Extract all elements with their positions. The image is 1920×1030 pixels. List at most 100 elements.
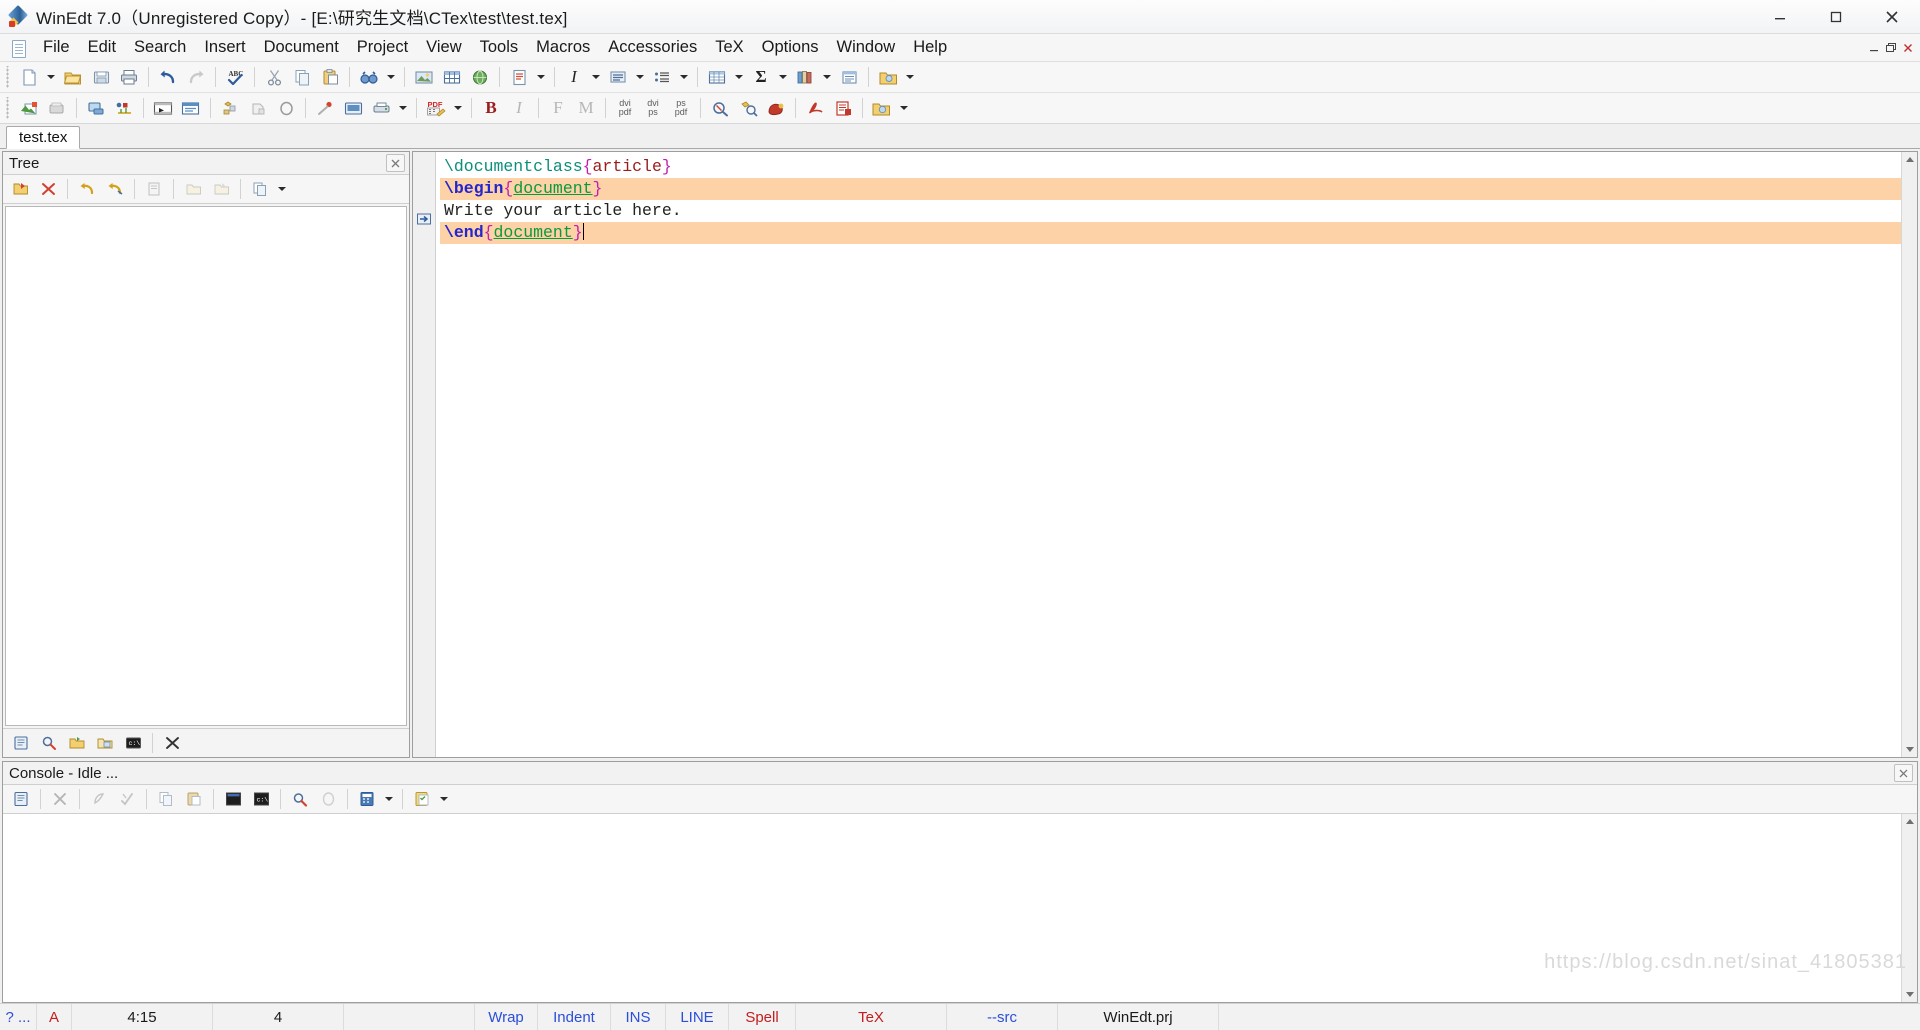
tree-forward-button[interactable] [101,175,129,203]
explorer-button[interactable] [868,94,896,122]
menu-insert[interactable]: Insert [195,34,254,61]
paragraph-dropdown[interactable] [632,63,648,91]
menu-project[interactable]: Project [348,34,417,61]
dvi-preview-button[interactable] [82,94,110,122]
tree-close-x-button[interactable] [158,729,186,757]
editor-vertical-scrollbar[interactable] [1901,152,1917,757]
tree-close-panel-icon[interactable] [386,154,405,172]
tree-delete-button[interactable] [34,175,62,203]
menu-edit[interactable]: Edit [79,34,125,61]
spell-check-button[interactable]: ABC [221,63,249,91]
preview-pin-button[interactable] [311,94,339,122]
ghostscript-button[interactable] [762,94,790,122]
help-indicator[interactable]: ? ... [0,1004,37,1030]
scroll-up-button[interactable] [1902,152,1917,167]
redo-button[interactable] [182,63,210,91]
index-button[interactable] [835,63,863,91]
console-cmd-button[interactable]: c:\ [247,785,275,813]
code-editor-text[interactable]: \documentclass{article} \begin{document}… [436,152,1901,757]
open-project-button[interactable] [874,63,902,91]
paragraph-button[interactable] [604,63,632,91]
new-document-button[interactable] [15,63,43,91]
tree-content-area[interactable] [5,206,407,726]
code-line[interactable]: \documentclass{article} [440,156,1901,178]
print-preview-dropdown[interactable] [395,94,411,122]
console-spell-button[interactable] [113,785,141,813]
mdi-restore-button[interactable] [1882,39,1899,56]
insert-table-button[interactable] [438,63,466,91]
dvi-to-ps-button[interactable]: dvi ps [639,94,667,122]
code-line[interactable]: \begin{document} [440,178,1901,200]
mdi-close-button[interactable] [1899,39,1916,56]
console-search-button[interactable] [286,785,314,813]
dvi-search-button[interactable] [734,94,762,122]
print-preview-button[interactable] [367,94,395,122]
nomenclature-button[interactable] [177,94,205,122]
close-button[interactable] [1864,0,1920,33]
menu-document[interactable]: Document [255,34,348,61]
bold-button[interactable]: B [477,94,505,122]
open-project-dropdown[interactable] [902,63,918,91]
console-scroll-up-button[interactable] [1902,814,1917,829]
pdftexify-button[interactable]: PDF [422,94,450,122]
menu-view[interactable]: View [417,34,470,61]
tree-find-button[interactable] [35,729,63,757]
bullet-list-button[interactable] [648,63,676,91]
code-line[interactable]: Write your article here. [440,200,1901,222]
tree-back-button[interactable] [73,175,101,203]
console-output[interactable] [3,814,1901,1002]
tab-test-tex[interactable]: test.tex [6,126,81,149]
toolbar-grip[interactable] [4,66,12,88]
save-button[interactable] [87,63,115,91]
tree-copy-button[interactable] [246,175,274,203]
dvi-view-button[interactable] [339,94,367,122]
menu-window[interactable]: Window [828,34,905,61]
makeindex-button[interactable] [149,94,177,122]
bibtex-button[interactable] [110,94,138,122]
tree-terminal-button[interactable]: c:\ [119,729,147,757]
bibliography-button[interactable] [791,63,819,91]
insert-mode[interactable]: INS [611,1004,666,1030]
project-file[interactable]: WinEdt.prj [1058,1004,1219,1030]
console-task-button[interactable] [408,785,436,813]
console-paste-button[interactable] [180,785,208,813]
src-option[interactable]: --src [947,1004,1058,1030]
find-replace-dropdown[interactable] [383,63,399,91]
emph-button[interactable]: I [505,94,533,122]
find-replace-button[interactable] [355,63,383,91]
console-task-dropdown[interactable] [436,785,452,813]
bibliography-dropdown[interactable] [819,63,835,91]
menu-options[interactable]: Options [753,34,828,61]
console-close-panel-icon[interactable] [1894,764,1913,782]
menu-search[interactable]: Search [125,34,195,61]
indent-toggle[interactable]: Indent [538,1004,611,1030]
menu-macros[interactable]: Macros [527,34,599,61]
console-stop-button[interactable] [46,785,74,813]
menu-help[interactable]: Help [904,34,956,61]
tree-copy-dropdown[interactable] [274,175,290,203]
console-idle-button[interactable] [314,785,342,813]
math-sigma-button[interactable]: Σ [747,63,775,91]
wrap-toggle[interactable]: Wrap [475,1004,538,1030]
column-count[interactable]: 4 [213,1004,344,1030]
menu-tools[interactable]: Tools [471,34,528,61]
math-style-button[interactable]: M [572,94,600,122]
console-copy-button[interactable] [152,785,180,813]
web-browse-button[interactable] [466,63,494,91]
console-vertical-scrollbar[interactable] [1901,814,1917,1002]
menu-file[interactable]: File [34,34,79,61]
explorer-dropdown[interactable] [896,94,912,122]
pdftexify-dropdown[interactable] [450,94,466,122]
console-clear-button[interactable] [85,785,113,813]
bullet-list-dropdown[interactable] [676,63,692,91]
italic-style-button[interactable]: I [560,63,588,91]
tabular-dropdown[interactable] [731,63,747,91]
acrobat-reader-button[interactable] [801,94,829,122]
magnifier-button[interactable] [272,94,300,122]
console-dos-button[interactable] [219,785,247,813]
texify-button[interactable] [216,94,244,122]
mode-tex[interactable]: TeX [796,1004,947,1030]
font-family-button[interactable]: F [544,94,572,122]
tree-console-button[interactable] [7,729,35,757]
line-mode[interactable]: LINE [666,1004,729,1030]
